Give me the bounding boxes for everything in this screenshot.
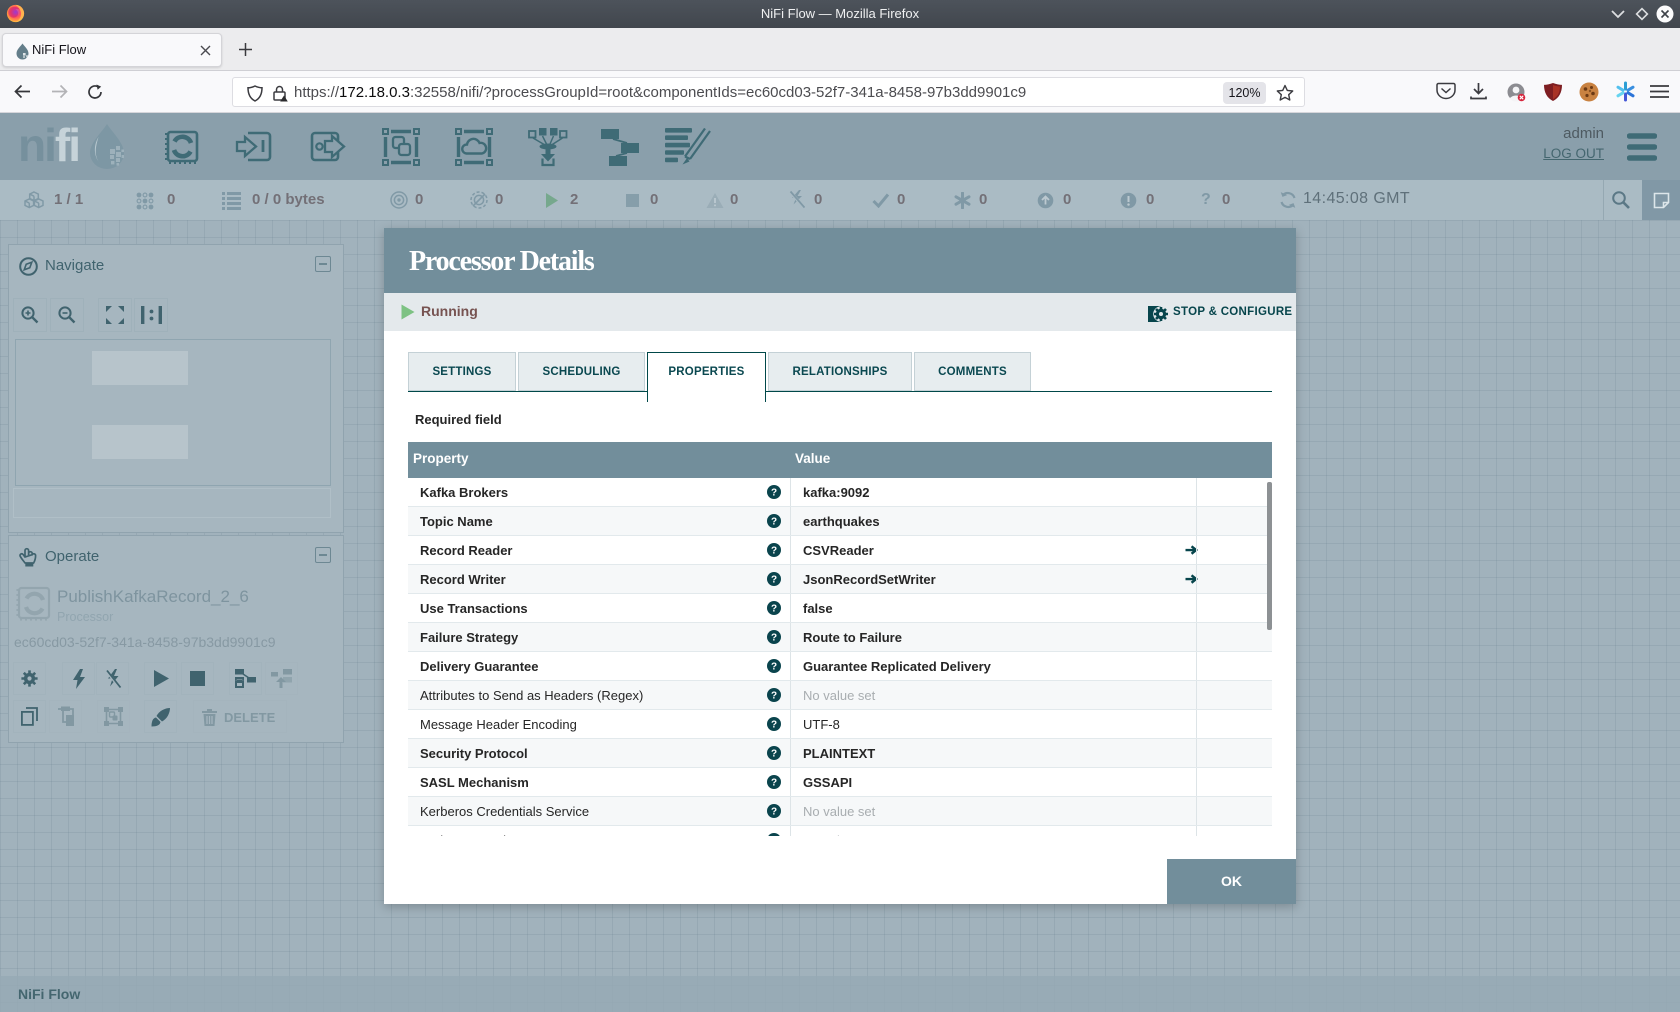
svg-text:?: ? <box>771 778 777 789</box>
svg-text:?: ? <box>771 662 777 673</box>
svg-text:?: ? <box>771 575 777 586</box>
svg-text:?: ? <box>771 691 777 702</box>
svg-text:?: ? <box>771 807 777 818</box>
svg-text:?: ? <box>771 488 777 499</box>
svg-text:?: ? <box>771 517 777 528</box>
svg-text:?: ? <box>771 720 777 731</box>
svg-text:?: ? <box>771 633 777 644</box>
svg-text:?: ? <box>771 749 777 760</box>
svg-text:?: ? <box>771 546 777 557</box>
svg-text:?: ? <box>771 604 777 615</box>
